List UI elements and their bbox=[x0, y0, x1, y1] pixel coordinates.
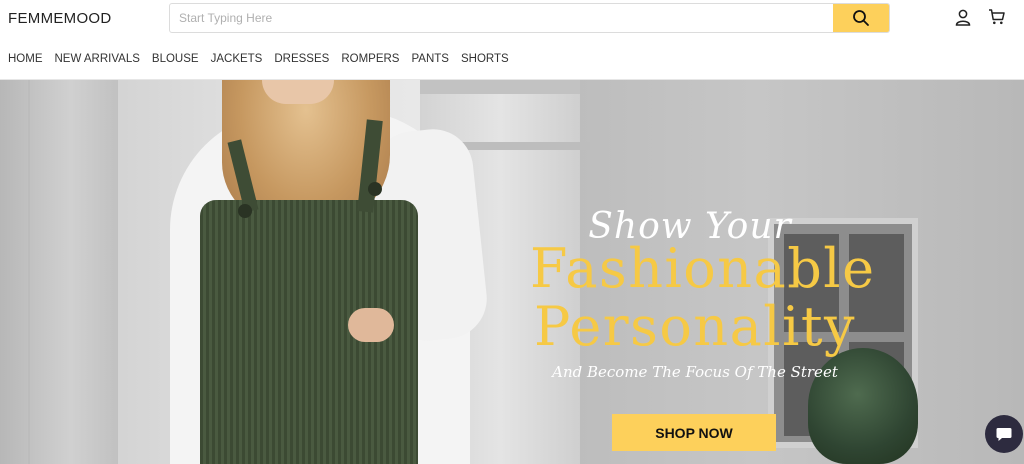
nav-item-rompers[interactable]: ROMPERS bbox=[341, 53, 399, 69]
nav-item-pants[interactable]: PANTS bbox=[411, 53, 449, 69]
nav-item-new-arrivals[interactable]: NEW ARRIVALS bbox=[55, 53, 140, 69]
overall-button-left bbox=[238, 204, 252, 218]
user-icon bbox=[955, 9, 971, 26]
account-button[interactable] bbox=[953, 7, 973, 27]
chat-icon bbox=[996, 428, 1012, 441]
model-hand bbox=[348, 308, 394, 342]
nav-item-dresses[interactable]: DRESSES bbox=[274, 53, 329, 69]
hero-headline-line-2: Personality bbox=[533, 295, 857, 358]
nav-item-jackets[interactable]: JACKETS bbox=[211, 53, 263, 69]
site-logo[interactable]: FEMMEMOOD bbox=[8, 10, 112, 27]
background-column-edge bbox=[28, 80, 30, 464]
search-bar bbox=[169, 3, 890, 33]
overall-button-right bbox=[368, 182, 382, 196]
shop-now-button[interactable]: SHOP NOW bbox=[612, 414, 776, 451]
hero-banner[interactable]: Show Your Fashionable Personality And Be… bbox=[0, 80, 1024, 464]
main-nav: HOME NEW ARRIVALS BLOUSE JACKETS DRESSES… bbox=[0, 53, 513, 69]
chat-button[interactable] bbox=[985, 415, 1023, 453]
nav-item-home[interactable]: HOME bbox=[8, 53, 43, 69]
hero-headline-line-1: Fashionable bbox=[530, 237, 876, 300]
search-input[interactable] bbox=[170, 4, 834, 32]
background-column bbox=[0, 80, 118, 464]
hero-subline: And Become The Focus Of The Street bbox=[552, 363, 838, 381]
site-header: FEMMEMOOD HOME NEW ARRIVALS BLOUSE JACKE… bbox=[0, 0, 1024, 80]
background-pillar-top bbox=[420, 80, 580, 94]
hero-headline: Fashionable Personality bbox=[530, 237, 876, 358]
nav-item-blouse[interactable]: BLOUSE bbox=[152, 53, 199, 69]
search-button[interactable] bbox=[833, 4, 889, 32]
cart-button[interactable] bbox=[987, 7, 1007, 27]
cart-icon bbox=[989, 9, 1005, 25]
nav-item-shorts[interactable]: SHORTS bbox=[461, 53, 509, 69]
search-icon bbox=[853, 10, 869, 26]
